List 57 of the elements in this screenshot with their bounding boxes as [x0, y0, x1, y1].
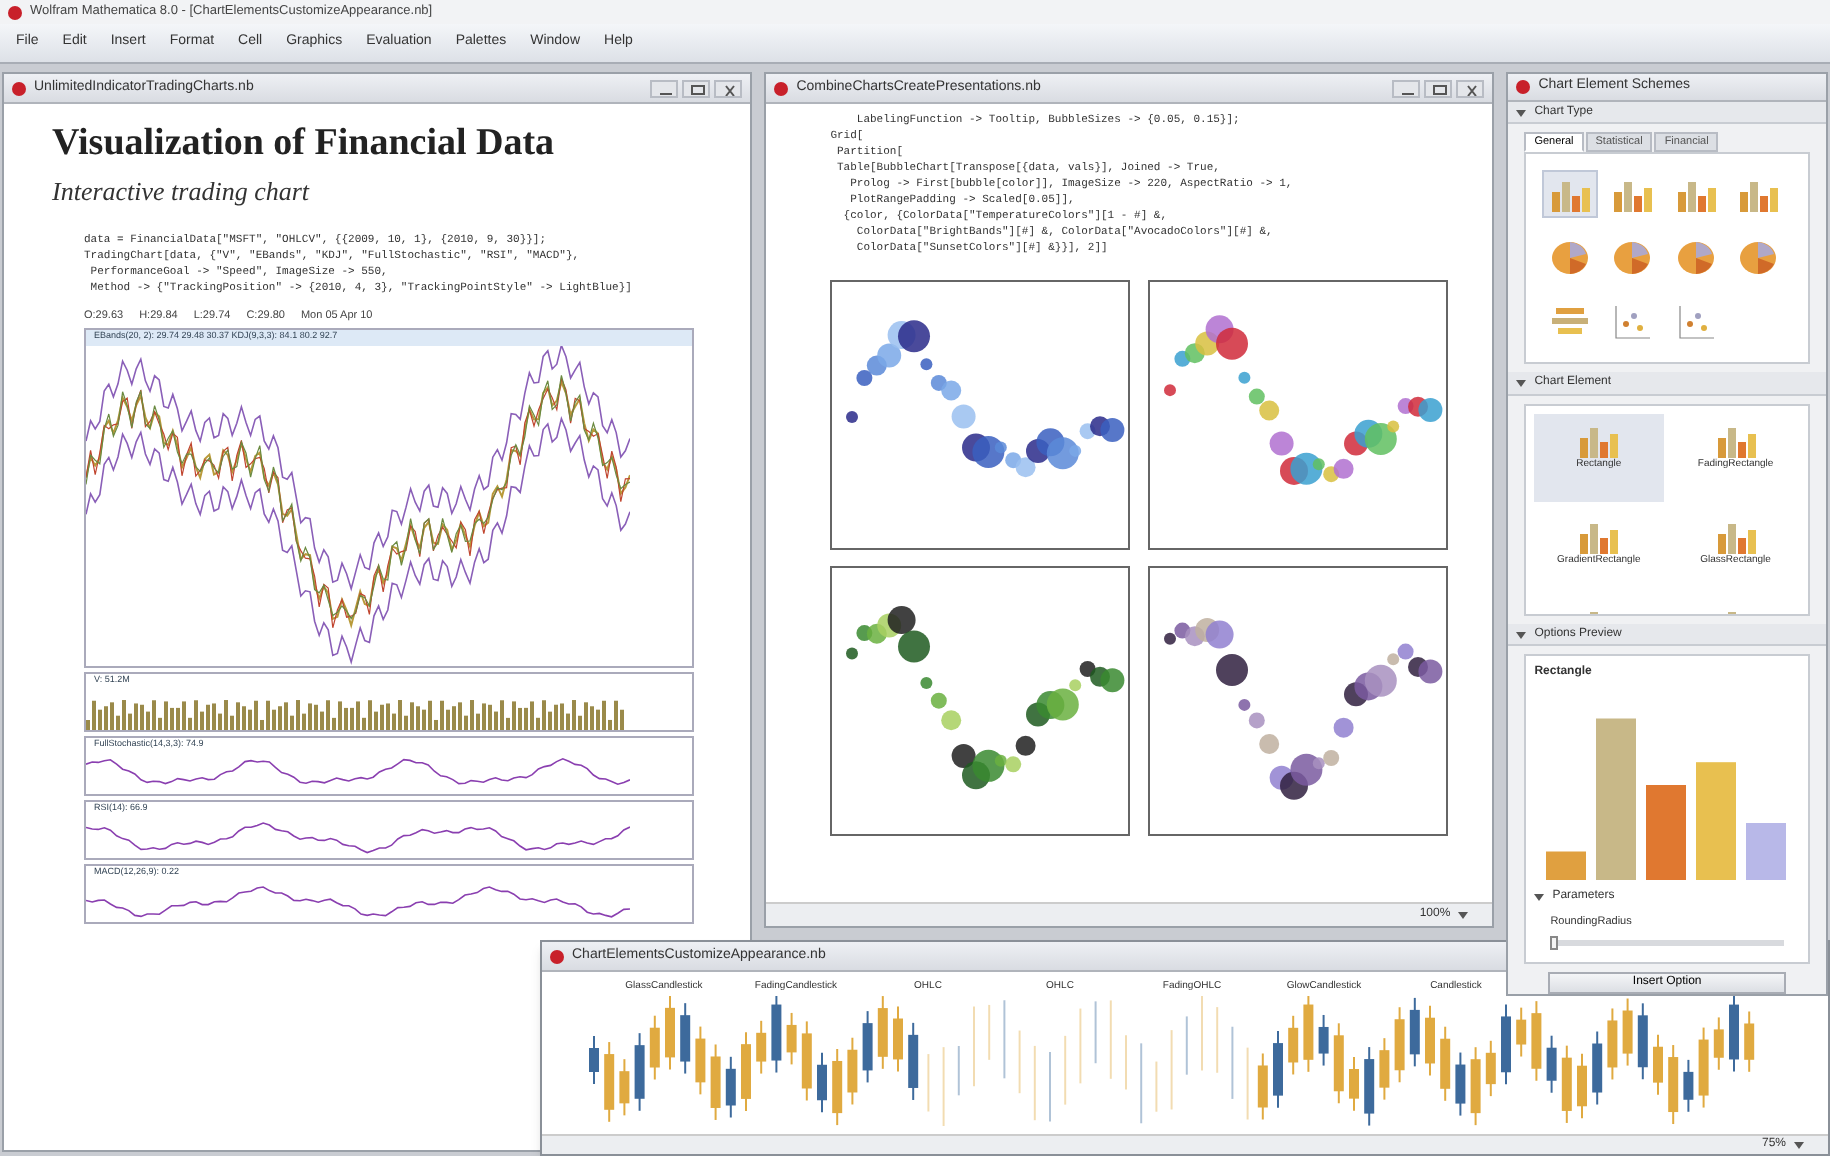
- bubble: [952, 744, 976, 769]
- close-icon[interactable]: [1456, 79, 1485, 97]
- scatter-plot-icon[interactable]: [1612, 304, 1653, 341]
- bubble: [941, 380, 962, 401]
- minimize-icon[interactable]: [1392, 79, 1421, 97]
- bar-chart-icon[interactable]: [1713, 422, 1758, 459]
- bar-chart-icon[interactable]: [1576, 422, 1621, 459]
- bubble: [1164, 384, 1177, 397]
- pie-chart-icon[interactable]: [1612, 240, 1653, 277]
- pie-chart-icon[interactable]: [1675, 240, 1716, 277]
- bubble: [1100, 668, 1125, 693]
- bubble: [888, 606, 916, 635]
- caret-icon[interactable]: [1794, 1140, 1804, 1150]
- app-icon: [8, 5, 22, 19]
- app-icon: [774, 81, 789, 95]
- bubble: [1100, 417, 1125, 442]
- close-icon[interactable]: [714, 79, 743, 97]
- app-icon: [1516, 80, 1531, 95]
- pie-chart-icon[interactable]: [1550, 240, 1591, 277]
- bubble: [1418, 397, 1443, 422]
- bubble: [941, 710, 962, 731]
- app-icon: [12, 81, 26, 95]
- bubble: [1216, 327, 1249, 360]
- bubble: [1259, 733, 1280, 754]
- bubble: [952, 404, 976, 429]
- app-icon: [550, 949, 564, 963]
- slider-thumb[interactable]: [1550, 935, 1559, 950]
- bar: [1646, 785, 1687, 881]
- bubble: [898, 320, 931, 353]
- caret-icon[interactable]: [1516, 107, 1527, 118]
- bubble: [846, 411, 859, 423]
- bubble: [1016, 735, 1036, 756]
- bar: [1546, 852, 1587, 881]
- maximize-icon[interactable]: [682, 79, 711, 97]
- bubble: [1269, 431, 1294, 456]
- bar-chart-icon[interactable]: [1713, 518, 1758, 555]
- bubble: [1334, 717, 1354, 738]
- bubble: [1216, 654, 1249, 687]
- bar: [1746, 823, 1787, 881]
- heading: Visualization of Financial Data: [52, 120, 557, 168]
- minimize-icon[interactable]: [650, 79, 679, 97]
- pie-chart-icon[interactable]: [1737, 240, 1778, 277]
- scatter-plot-icon[interactable]: [1675, 304, 1716, 341]
- maximize-icon[interactable]: [1424, 79, 1453, 97]
- caret-icon[interactable]: [1516, 378, 1527, 389]
- bubble: [1334, 458, 1354, 479]
- subtitle: Interactive trading chart: [52, 174, 312, 210]
- bubble: [1259, 400, 1280, 421]
- caret-icon[interactable]: [1534, 892, 1545, 903]
- caret-icon[interactable]: [1458, 910, 1469, 920]
- bubble: [1418, 659, 1443, 684]
- caret-icon[interactable]: [1516, 629, 1527, 640]
- bubble: [1205, 620, 1234, 649]
- bubble: [898, 630, 931, 663]
- bar-chart-icon[interactable]: [1576, 518, 1621, 555]
- bubble: [877, 343, 902, 368]
- bar: [1696, 762, 1737, 881]
